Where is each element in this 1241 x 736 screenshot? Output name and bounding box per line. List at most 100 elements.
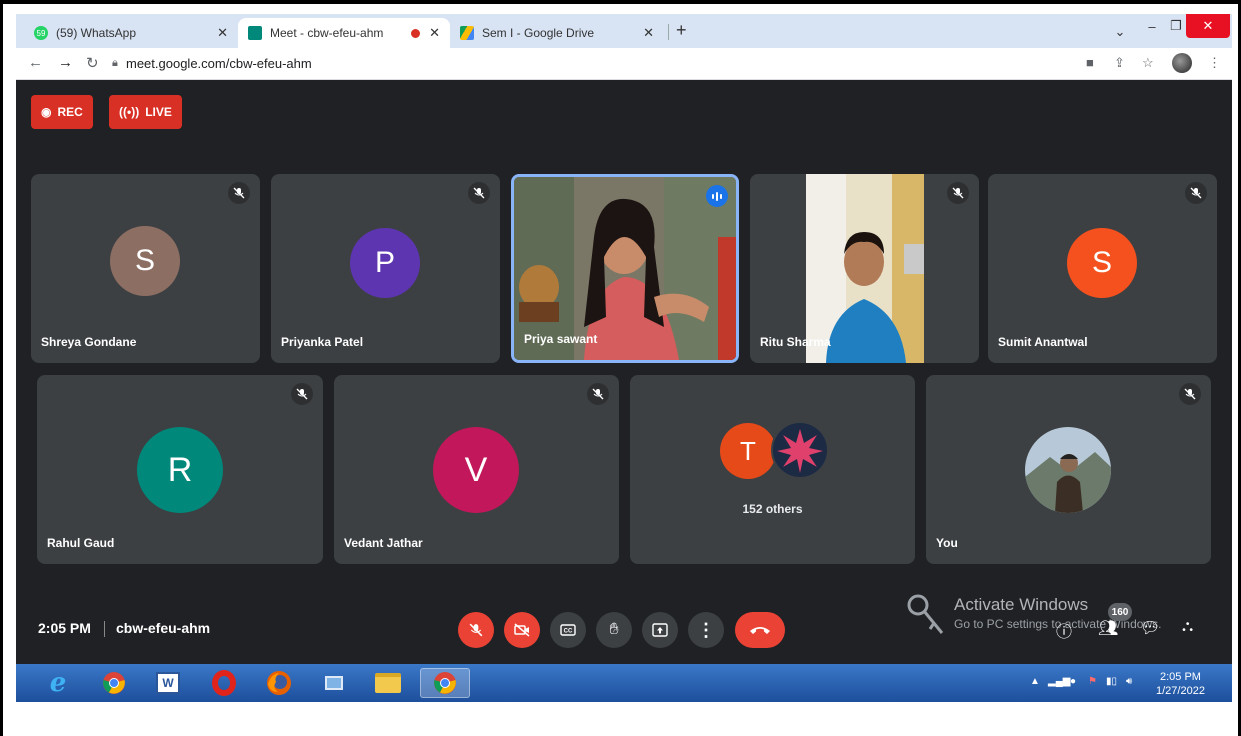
- mic-off-icon: [1185, 182, 1207, 204]
- clock-date: 1/27/2022: [1156, 685, 1205, 697]
- self-tile[interactable]: You: [926, 375, 1211, 564]
- back-icon[interactable]: ←: [28, 54, 43, 71]
- participant-tile-vedant[interactable]: V Vedant Jathar: [334, 375, 619, 564]
- participant-name: Rahul Gaud: [47, 536, 115, 550]
- camera-off-icon: [514, 623, 530, 637]
- tab-meet[interactable]: Meet - cbw-efeu-ahm ✕: [238, 18, 450, 48]
- close-window-button[interactable]: ✕: [1186, 14, 1230, 38]
- minimize-button[interactable]: –: [1140, 14, 1164, 38]
- participant-name: Priya sawant: [524, 332, 598, 346]
- tab-drive-label: Sem I - Google Drive: [482, 26, 595, 40]
- lock-icon[interactable]: 🔒︎: [112, 57, 118, 70]
- participant-tile-sumit[interactable]: S Sumit Anantwal: [988, 174, 1217, 363]
- camera-indicator-icon[interactable]: ■: [1086, 55, 1094, 70]
- close-tab-icon[interactable]: ✕: [643, 25, 654, 41]
- battery-icon[interactable]: ▮▯: [1106, 676, 1117, 687]
- meet-stage: ◉ REC ((•)) LIVE S Shreya Gondane P Priy…: [16, 80, 1232, 664]
- volume-icon[interactable]: 🔊︎: [1126, 676, 1132, 687]
- self-name-label: You: [936, 536, 958, 550]
- participant-name: Vedant Jathar: [344, 536, 423, 550]
- profile-avatar[interactable]: [1172, 53, 1192, 73]
- tab-drive[interactable]: Sem I - Google Drive ✕: [450, 18, 664, 48]
- url-field[interactable]: meet.google.com/cbw-efeu-ahm: [126, 56, 312, 71]
- meeting-details-icon[interactable]: ⓘ: [1056, 618, 1072, 642]
- participant-tile-priyanka[interactable]: P Priyanka Patel: [271, 174, 500, 363]
- present-icon: [652, 623, 668, 637]
- avatar-initial: S: [1067, 228, 1137, 298]
- computer-icon[interactable]: [314, 668, 354, 698]
- action-center-flag-icon[interactable]: ⚑: [1088, 676, 1097, 687]
- avatar-initial: T: [720, 423, 776, 479]
- svg-text:CC: CC: [564, 629, 573, 635]
- windows-taskbar: e W ▲ ▂▄▆ ● ⚑ ▮▯ 🔊︎ 2:05 PM 1/27/2022: [16, 664, 1232, 702]
- share-icon[interactable]: ⇪: [1114, 55, 1125, 71]
- key-icon: [907, 594, 944, 634]
- opera-icon[interactable]: [204, 668, 244, 698]
- microphone-toggle-button[interactable]: [458, 612, 494, 648]
- mic-off-icon: [947, 182, 969, 204]
- signal-icon[interactable]: ▂▄▆: [1048, 676, 1070, 687]
- internet-explorer-icon[interactable]: e: [38, 668, 78, 698]
- tab-separator: [668, 24, 669, 40]
- tab-list-icon[interactable]: ⌄: [1108, 20, 1132, 44]
- tab-whatsapp[interactable]: 59 (59) WhatsApp ✕: [24, 18, 238, 48]
- firefox-icon[interactable]: [259, 668, 299, 698]
- participant-name: Shreya Gondane: [41, 335, 137, 349]
- mic-off-icon: [228, 182, 250, 204]
- chrome-active-icon[interactable]: [420, 668, 470, 698]
- avatar-initial: R: [137, 427, 223, 513]
- captions-button[interactable]: CC: [550, 612, 586, 648]
- meeting-time: 2:05 PM: [38, 620, 91, 636]
- mic-off-icon: [291, 383, 313, 405]
- avatar-initial: S: [110, 226, 180, 296]
- file-explorer-icon[interactable]: [368, 668, 408, 698]
- participant-tile-rahul[interactable]: R Rahul Gaud: [37, 375, 323, 564]
- participant-name: Priyanka Patel: [281, 335, 364, 349]
- chrome-icon[interactable]: [94, 668, 134, 698]
- close-tab-icon[interactable]: ✕: [429, 25, 440, 41]
- avatar-initial: P: [350, 228, 420, 298]
- more-options-button[interactable]: ⋮: [688, 612, 724, 648]
- clock-time: 2:05 PM: [1159, 671, 1201, 683]
- others-count-label: 152 others: [742, 502, 803, 516]
- word-icon[interactable]: W: [148, 668, 188, 698]
- live-broadcast-icon: ((•)): [119, 105, 140, 119]
- activities-icon[interactable]: ⛬: [1182, 618, 1193, 636]
- mic-off-icon: [469, 623, 483, 637]
- leave-call-button[interactable]: [735, 612, 785, 648]
- leaf-avatar-icon: [771, 421, 829, 479]
- camera-toggle-button[interactable]: [504, 612, 540, 648]
- participant-tile-priya[interactable]: Priya sawant: [511, 174, 739, 363]
- network-icon[interactable]: ●: [1070, 676, 1076, 687]
- reload-icon[interactable]: ↻: [86, 54, 99, 72]
- hand-icon: ✋︎: [609, 621, 619, 638]
- system-clock[interactable]: 2:05 PM 1/27/2022: [1156, 670, 1205, 698]
- bookmark-star-icon[interactable]: ☆: [1142, 55, 1154, 71]
- present-screen-button[interactable]: [642, 612, 678, 648]
- new-tab-button[interactable]: +: [676, 20, 687, 41]
- show-hidden-icons-icon[interactable]: ▲: [1030, 676, 1040, 687]
- people-icon[interactable]: 👥︎: [1098, 618, 1118, 638]
- mic-off-icon: [587, 383, 609, 405]
- close-tab-icon[interactable]: ✕: [217, 25, 228, 41]
- restore-button[interactable]: ❐: [1164, 14, 1188, 38]
- captions-icon: CC: [560, 624, 576, 636]
- tab-whatsapp-label: (59) WhatsApp: [56, 26, 137, 40]
- participant-tile-ritu[interactable]: Ritu Sharma: [750, 174, 979, 363]
- whatsapp-icon: 59: [34, 26, 48, 40]
- chat-icon[interactable]: 💬︎: [1140, 618, 1160, 638]
- browser-tab-bar: 59 (59) WhatsApp ✕ Meet - cbw-efeu-ahm ✕…: [16, 14, 1232, 48]
- speaking-indicator-icon: [706, 185, 728, 207]
- avatar-initial: V: [433, 427, 519, 513]
- raise-hand-button[interactable]: ✋︎: [596, 612, 632, 648]
- participant-tile-shreya[interactable]: S Shreya Gondane: [31, 174, 260, 363]
- recording-dot-icon: [411, 28, 420, 38]
- participant-name: Sumit Anantwal: [998, 335, 1088, 349]
- more-vert-icon: ⋮: [697, 619, 715, 640]
- forward-icon[interactable]: →: [58, 54, 73, 71]
- live-badge[interactable]: ((•)) LIVE: [109, 95, 182, 129]
- mic-off-icon: [468, 182, 490, 204]
- rec-badge[interactable]: ◉ REC: [31, 95, 93, 129]
- menu-icon[interactable]: ⋮: [1208, 55, 1221, 71]
- others-tile[interactable]: T 152 others: [630, 375, 915, 564]
